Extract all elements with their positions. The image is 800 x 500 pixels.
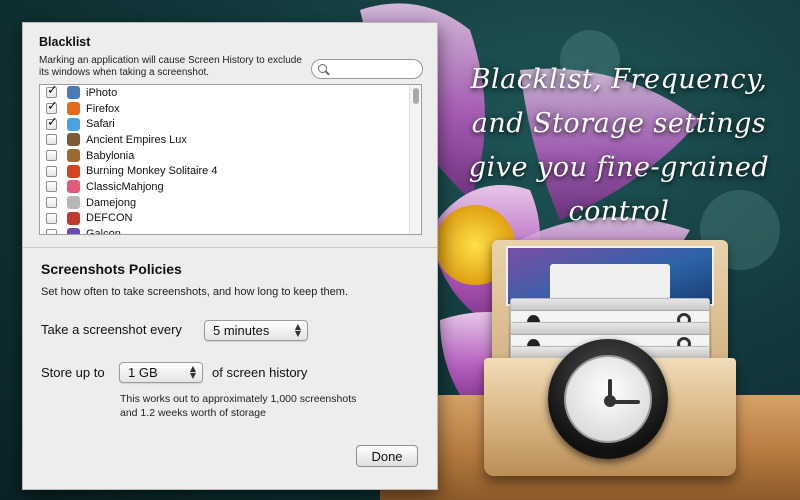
app-list-item[interactable]: Ancient Empires Lux [40, 132, 421, 148]
app-name: Damejong [86, 196, 137, 209]
app-list-item[interactable]: iPhoto [40, 85, 421, 101]
app-name: ClassicMahjong [86, 180, 164, 193]
app-list-item[interactable]: Galcon [40, 226, 421, 235]
blacklist-title: Blacklist [39, 35, 91, 49]
tagline-line: give you fine-grained [468, 152, 770, 183]
app-name: Burning Monkey Solitaire 4 [86, 165, 218, 178]
storage-estimate-note: This works out to approximately 1,000 sc… [120, 392, 420, 420]
store-label: Store up to [41, 365, 105, 380]
firefox-icon [67, 102, 80, 116]
store-suffix-label: of screen history [212, 365, 308, 380]
storage-popup[interactable]: 1 GB ▲ ▼ [119, 362, 203, 383]
policies-title: Screenshots Policies [41, 261, 182, 277]
app-checkbox[interactable] [46, 134, 57, 146]
babylonia-icon [67, 149, 80, 163]
app-checkbox[interactable] [46, 150, 57, 162]
section-divider [23, 247, 437, 248]
app-list-item[interactable]: Safari [40, 115, 421, 132]
mahjong-icon [67, 180, 80, 194]
app-name: Firefox [86, 102, 120, 115]
app-list-item[interactable]: Damejong [40, 195, 421, 211]
updown-arrows-icon: ▲ ▼ [294, 322, 301, 338]
app-checkbox[interactable] [46, 165, 57, 177]
burning-monkey-icon [67, 164, 80, 178]
app-checkbox[interactable] [46, 85, 58, 99]
clock-icon [548, 339, 668, 459]
frequency-label: Take a screenshot every [41, 322, 182, 337]
app-list-item[interactable]: ClassicMahjong [40, 179, 421, 195]
app-checkbox[interactable] [46, 228, 57, 234]
screen-history-app-icon [484, 240, 736, 480]
note-line: This works out to approximately 1,000 sc… [120, 393, 357, 405]
tagline-line: Blacklist, Frequency, [470, 64, 768, 95]
app-list-item[interactable]: Firefox [40, 99, 421, 117]
app-checkbox[interactable] [46, 115, 58, 130]
blacklist-app-list[interactable]: iPhoto Firefox Safari Ancient Empires Lux Ba… [39, 84, 422, 235]
blacklist-search-input[interactable] [311, 59, 423, 79]
app-list-item[interactable]: Burning Monkey Solitaire 4 [40, 163, 421, 179]
frequency-value: 5 minutes [213, 323, 270, 338]
blacklist-description: Marking an application will cause Screen… [39, 55, 302, 78]
ancient-empires-icon [67, 133, 80, 147]
done-button[interactable]: Done [356, 445, 418, 467]
app-name: DEFCON [86, 212, 133, 225]
safari-icon [67, 117, 80, 131]
storage-value: 1 GB [128, 365, 158, 380]
search-icon [318, 64, 327, 73]
app-checkbox[interactable] [46, 197, 57, 209]
policies-description: Set how often to take screenshots, and h… [41, 286, 348, 298]
damejong-icon [67, 196, 80, 210]
app-checkbox[interactable] [46, 212, 57, 224]
note-line: and 1.2 weeks worth of storage [120, 407, 266, 419]
iphoto-icon [67, 86, 80, 100]
preferences-panel: Blacklist Marking an application will ca… [22, 22, 438, 490]
frequency-popup[interactable]: 5 minutes ▲ ▼ [204, 320, 308, 341]
app-checkbox[interactable] [46, 181, 57, 193]
promo-tagline: Blacklist, Frequency, and Storage settin… [438, 58, 800, 234]
galcon-icon [67, 227, 80, 234]
list-scrollbar[interactable] [409, 85, 421, 234]
app-name: Safari [86, 118, 115, 131]
app-list-item[interactable]: DEFCON [40, 211, 421, 227]
app-name: Babylonia [86, 149, 135, 162]
app-name: iPhoto [86, 86, 118, 99]
scrollbar-thumb[interactable] [413, 88, 419, 104]
tagline-line: control [568, 196, 670, 227]
screenshot-card [506, 246, 714, 306]
tagline-line: and Storage settings [471, 108, 767, 139]
app-checkbox[interactable] [46, 99, 58, 115]
defcon-icon [67, 211, 80, 225]
app-list-item[interactable]: Babylonia [40, 148, 421, 164]
app-name: Ancient Empires Lux [86, 133, 187, 146]
updown-arrows-icon: ▲ ▼ [189, 364, 196, 380]
app-name: Galcon [86, 228, 121, 235]
